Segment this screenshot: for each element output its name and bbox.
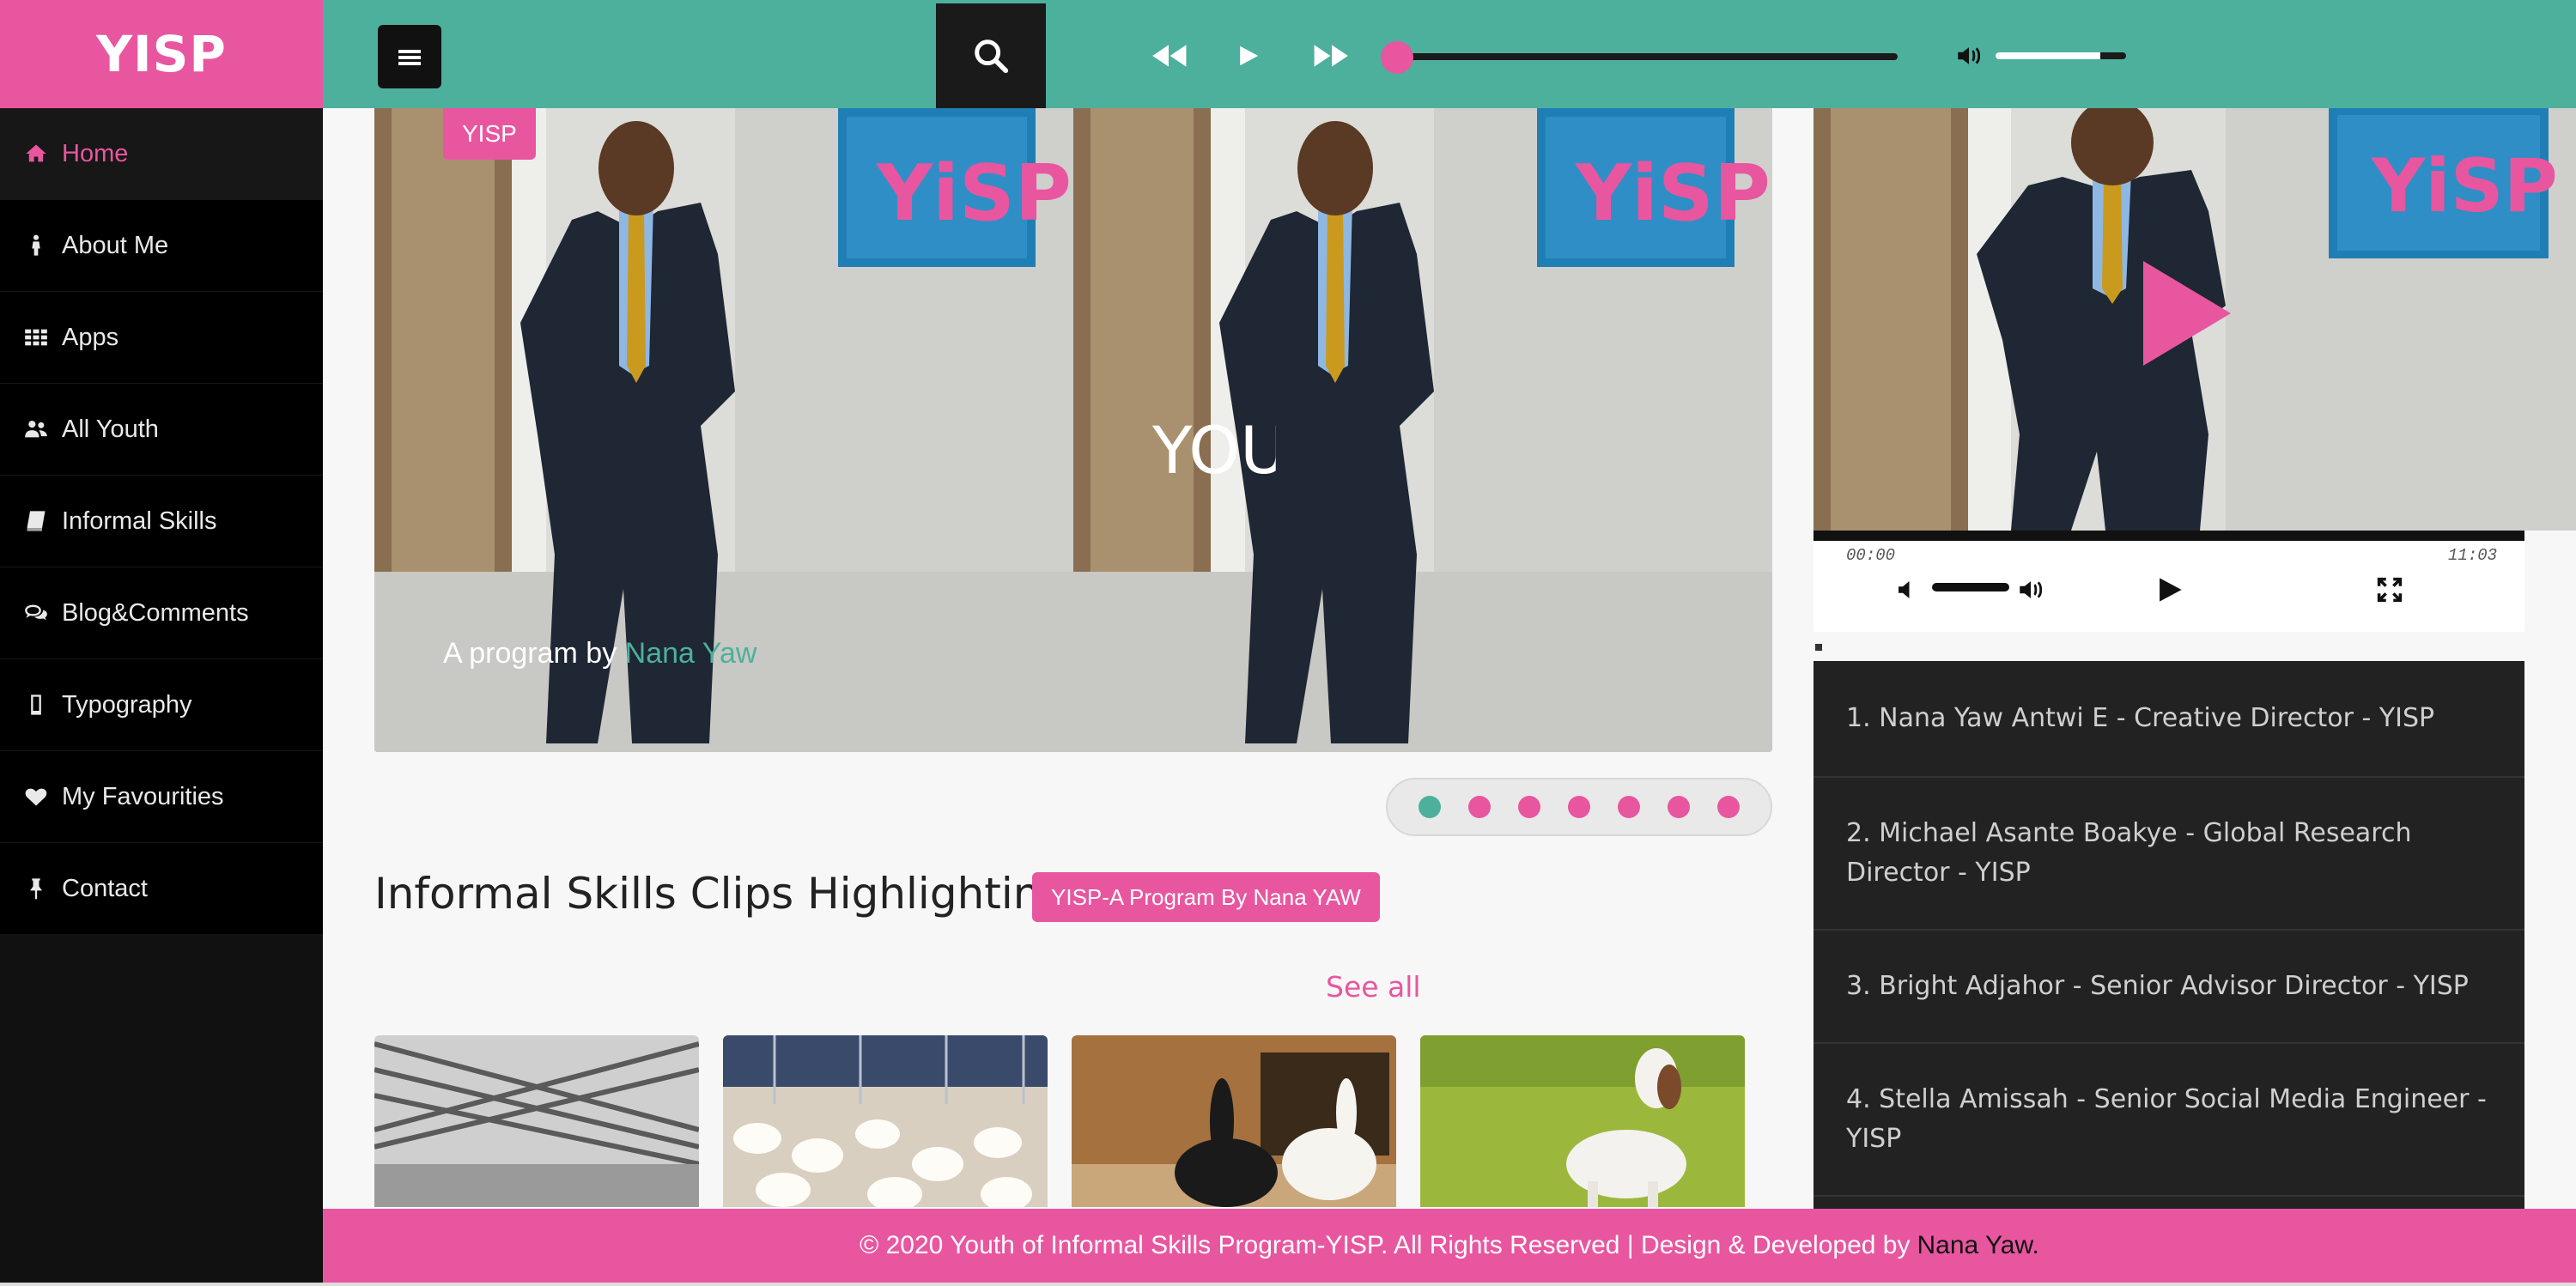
sidebar-item-contact[interactable]: Contact xyxy=(0,843,323,935)
search-button[interactable] xyxy=(936,3,1046,108)
clip-thumbnail-3[interactable] xyxy=(1072,1035,1396,1207)
play-icon xyxy=(2143,261,2231,366)
playlist-marker xyxy=(1815,644,1822,651)
fullscreen-icon xyxy=(2377,577,2403,603)
team-list-item[interactable]: 3. Bright Adjahor - Senior Advisor Direc… xyxy=(1814,931,2524,1044)
sidebar-item-all-youth[interactable]: All Youth xyxy=(0,384,323,476)
sidebar: YISP Home About Me Apps All Youth Inform… xyxy=(0,0,323,1286)
home-icon xyxy=(24,142,62,166)
sidebar-item-label: Informal Skills xyxy=(62,507,217,535)
clip-thumbnail-2[interactable] xyxy=(723,1035,1048,1207)
sidebar-item-about-me[interactable]: About Me xyxy=(0,200,323,292)
slide-caption: A program by Nana Yaw xyxy=(443,637,756,670)
users-icon xyxy=(24,417,62,441)
pin-icon xyxy=(24,877,62,901)
comments-icon xyxy=(24,601,62,625)
mobile-icon xyxy=(24,693,62,717)
sidebar-item-home[interactable]: Home xyxy=(0,108,323,200)
sidebar-item-label: About Me xyxy=(62,231,169,259)
slider-pagination xyxy=(1386,778,1772,836)
svg-text:YiSP: YiSP xyxy=(876,149,1072,239)
window-bottom-edge xyxy=(0,1283,2576,1286)
video-play-overlay-button[interactable] xyxy=(2140,258,2234,373)
slide-caption-prefix: A program by xyxy=(443,637,617,670)
sidebar-item-informal-skills[interactable]: Informal Skills xyxy=(0,476,323,567)
slider-dot-4[interactable] xyxy=(1568,796,1590,818)
video-current-time: 00:00 xyxy=(1846,546,1896,565)
rewind-icon xyxy=(1152,45,1187,67)
sidebar-item-label: Typography xyxy=(62,690,192,719)
search-icon xyxy=(975,39,1009,74)
slider-dot-5[interactable] xyxy=(1618,796,1640,818)
video-duration: 11:03 xyxy=(2447,546,2497,565)
sidebar-item-label: All Youth xyxy=(62,415,159,443)
video-controls: 00:00 11:03 xyxy=(1814,531,2524,632)
slider-dot-7[interactable] xyxy=(1717,796,1740,818)
hamburger-icon xyxy=(398,50,421,65)
video-volume-slider[interactable] xyxy=(1932,583,2009,591)
top-bar xyxy=(323,0,2576,108)
slider-dot-6[interactable] xyxy=(1668,796,1690,818)
sidebar-item-my-favourities[interactable]: My Favourities xyxy=(0,751,323,843)
video-fullscreen-button[interactable] xyxy=(2375,568,2404,611)
footer-developer-link[interactable]: Nana Yaw. xyxy=(1917,1231,2038,1260)
sidebar-item-label: Apps xyxy=(62,323,119,351)
heart-icon xyxy=(24,785,62,809)
team-list-item[interactable]: 4. Stella Amissah - Senior Social Media … xyxy=(1814,1044,2524,1197)
svg-text:YiSP: YiSP xyxy=(1575,149,1771,239)
section-title: Informal Skills Clips Highlighting xyxy=(374,869,1068,919)
sidebar-item-label: My Favourities xyxy=(62,782,224,810)
sidebar-item-blog-comments[interactable]: Blog&Comments xyxy=(0,567,323,659)
volume-slider[interactable] xyxy=(1996,52,2126,59)
sidebar-menu: Home About Me Apps All Youth Informal Sk… xyxy=(0,108,323,935)
slide-badge: YISP xyxy=(443,108,536,160)
play-button[interactable] xyxy=(1230,34,1267,77)
footer-copyright: © 2020 Youth of Informal Skills Program-… xyxy=(860,1231,1911,1259)
slide-caption-name[interactable]: Nana Yaw xyxy=(625,637,757,670)
slider-dot-1[interactable] xyxy=(1419,796,1441,818)
person-icon xyxy=(24,234,62,258)
volume-icon[interactable] xyxy=(1954,41,1984,75)
sidebar-item-label: Contact xyxy=(62,874,148,902)
slider-dot-2[interactable] xyxy=(1468,796,1491,818)
svg-text:YiSP: YiSP xyxy=(2371,143,2558,229)
volume-level xyxy=(1996,52,2100,59)
video-play-button[interactable] xyxy=(2155,568,2184,611)
clip-thumbnail-1[interactable] xyxy=(374,1035,699,1207)
fast-forward-button[interactable] xyxy=(1309,34,1355,77)
team-list-item[interactable]: 2. Michael Asante Boakye - Global Resear… xyxy=(1814,778,2524,931)
sidebar-item-label: Blog&Comments xyxy=(62,598,249,627)
team-list: 1. Nana Yaw Antwi E - Creative Director … xyxy=(1814,661,2524,1209)
hero-slider[interactable]: YiSP YiSP YISP A program by Nana Yaw xyxy=(374,108,1772,752)
video-progress-bar[interactable] xyxy=(1814,531,2524,541)
sidebar-item-typography[interactable]: Typography xyxy=(0,659,323,751)
clip-thumbnail-4[interactable] xyxy=(1420,1035,1745,1207)
sidebar-item-label: Home xyxy=(62,139,129,167)
video-volume-max-button[interactable] xyxy=(2016,568,2045,611)
play-icon xyxy=(2160,578,2182,602)
brand-logo[interactable]: YISP xyxy=(0,0,323,108)
sidebar-item-apps[interactable]: Apps xyxy=(0,292,323,384)
slide-overlay-word: YOU xyxy=(1152,412,1288,488)
clip-thumbnails xyxy=(374,1035,1748,1207)
fast-forward-icon xyxy=(1314,45,1348,67)
team-list-item[interactable]: 1. Nana Yaw Antwi E - Creative Director … xyxy=(1814,661,2524,778)
audio-progress-knob[interactable] xyxy=(1381,41,1413,74)
see-all-link[interactable]: See all xyxy=(1326,970,1421,1004)
volume-up-icon xyxy=(2020,581,2043,598)
video-mute-button[interactable] xyxy=(1894,568,1920,611)
section-tag: YISP-A Program By Nana YAW xyxy=(1032,872,1380,922)
audio-progress-track[interactable] xyxy=(1401,53,1898,60)
slider-dot-3[interactable] xyxy=(1518,796,1540,818)
rewind-button[interactable] xyxy=(1145,34,1192,77)
grid-icon xyxy=(24,325,62,349)
book-icon xyxy=(24,509,62,533)
play-icon xyxy=(1240,45,1259,66)
volume-mute-icon xyxy=(1899,581,1910,598)
menu-toggle-button[interactable] xyxy=(378,25,441,88)
footer: © 2020 Youth of Informal Skills Program-… xyxy=(323,1209,2576,1283)
